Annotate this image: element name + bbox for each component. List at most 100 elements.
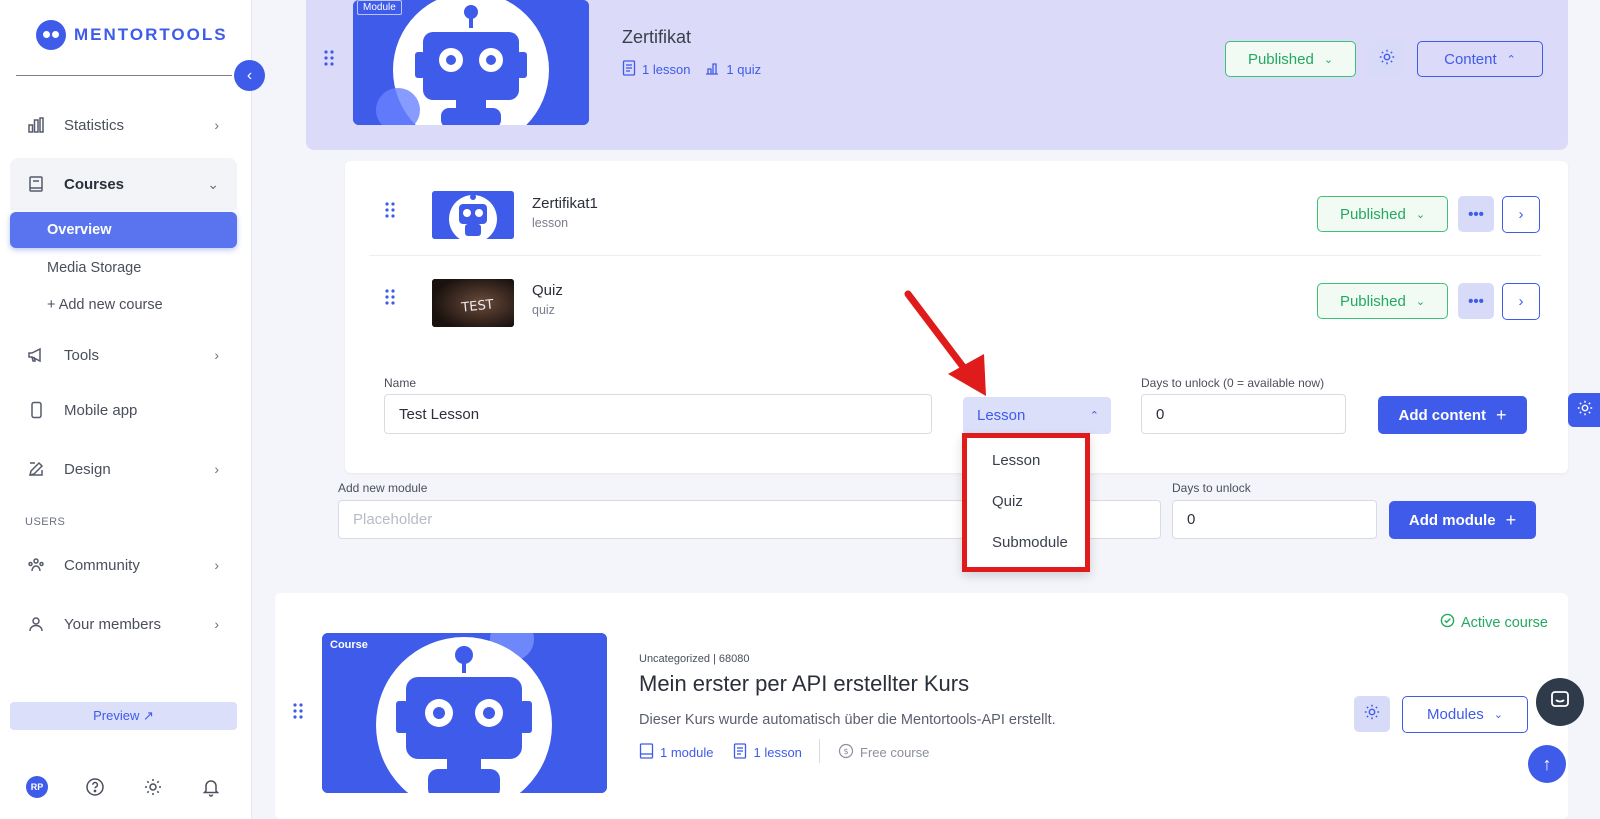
- drag-handle-icon[interactable]: [322, 48, 336, 68]
- module-card: Module Zertifikat 1 lesson 1 quiz Publis…: [306, 0, 1568, 150]
- content-label: Content: [1444, 50, 1497, 68]
- lesson-title[interactable]: Quiz: [532, 282, 563, 299]
- chat-icon: [1548, 688, 1572, 717]
- sidebar-footer: RP: [26, 776, 222, 798]
- more-options-button[interactable]: •••: [1458, 196, 1494, 232]
- active-course-badge: Active course: [1440, 613, 1548, 632]
- gear-icon: [1576, 399, 1594, 422]
- course-price: $ Free course: [838, 743, 929, 762]
- megaphone-icon: [26, 345, 46, 365]
- module-days-label: Days to unlock: [1172, 481, 1251, 495]
- chevron-right-icon: ›: [1518, 293, 1524, 310]
- help-icon[interactable]: [84, 776, 106, 798]
- status-label: Published: [1339, 292, 1406, 310]
- sidebar-item-your-members[interactable]: Your members ›: [10, 602, 237, 646]
- drag-handle-icon[interactable]: [293, 703, 303, 724]
- svg-text:$: $: [843, 747, 848, 756]
- lesson-name-input[interactable]: Test Lesson: [384, 394, 932, 434]
- chevron-right-icon: ›: [214, 461, 219, 477]
- chevron-down-icon: ⌄: [1493, 709, 1503, 721]
- lesson-title[interactable]: Zertifikat1: [532, 195, 598, 212]
- course-thumbnail: Course: [322, 633, 607, 793]
- bar-chart-icon: [26, 115, 46, 135]
- sidebar-item-label: Community: [64, 556, 140, 574]
- modules-label: Modules: [1427, 706, 1484, 723]
- sidebar-divider: [16, 75, 232, 76]
- chevron-right-icon: ›: [214, 557, 219, 573]
- sidebar: MENTORTOOLS Statistics › Courses ⌄ Overv…: [0, 0, 252, 819]
- dropdown-option-submodule[interactable]: Submodule: [967, 522, 1085, 563]
- name-field-label: Name: [384, 376, 417, 390]
- gear-icon: [1363, 703, 1381, 725]
- chevron-up-icon: ⌃: [1506, 53, 1516, 66]
- chevron-left-icon: ‹: [246, 66, 253, 84]
- app-logo[interactable]: MENTORTOOLS: [36, 20, 228, 50]
- lesson-status-dropdown[interactable]: Published ⌄: [1317, 283, 1448, 319]
- status-label: Active course: [1460, 614, 1548, 631]
- avatar[interactable]: RP: [26, 776, 48, 798]
- price-label: Free course: [860, 745, 930, 760]
- logo-text: MENTORTOOLS: [74, 25, 228, 44]
- add-content-button[interactable]: Add content +: [1378, 396, 1527, 434]
- annotation-arrow-icon: [904, 290, 986, 396]
- section-label-users: USERS: [25, 516, 66, 528]
- open-lesson-button[interactable]: ›: [1502, 196, 1540, 233]
- add-module-label: Add new module: [338, 481, 428, 495]
- select-value: Lesson: [977, 407, 1026, 424]
- course-description: Dieser Kurs wurde automatisch über die M…: [639, 712, 1056, 728]
- module-title: Zertifikat: [622, 27, 692, 47]
- sidebar-item-community[interactable]: Community ›: [10, 543, 237, 587]
- sidebar-subitem-media-storage[interactable]: Media Storage: [10, 250, 237, 286]
- sidebar-item-mobile-app[interactable]: Mobile app: [10, 388, 237, 432]
- modules-dropdown-button[interactable]: Modules ⌄: [1402, 696, 1528, 733]
- sidebar-collapse-button[interactable]: ‹: [234, 60, 265, 91]
- drag-handle-icon[interactable]: [385, 202, 395, 223]
- content-type-select[interactable]: Lesson ⌃: [963, 397, 1111, 434]
- quiz-thumbnail: TEST: [432, 279, 514, 327]
- settings-icon[interactable]: [142, 776, 164, 798]
- preview-button[interactable]: Preview ↗: [10, 702, 237, 730]
- course-settings-button[interactable]: [1354, 696, 1390, 732]
- sidebar-item-label: Statistics: [64, 116, 125, 134]
- open-lesson-button[interactable]: ›: [1502, 283, 1540, 320]
- bell-icon[interactable]: [200, 776, 222, 798]
- more-icon: •••: [1468, 205, 1484, 223]
- chevron-right-icon: ›: [214, 616, 219, 632]
- sidebar-item-statistics[interactable]: Statistics ›: [10, 103, 237, 147]
- module-thumbnail: Module: [353, 0, 589, 125]
- chevron-down-icon: ⌄: [1323, 53, 1334, 66]
- course-title[interactable]: Mein erster per API erstellter Kurs: [639, 671, 969, 697]
- content-type-dropdown: Lesson Quiz Submodule: [962, 433, 1090, 572]
- module-days-input[interactable]: 0: [1172, 500, 1377, 539]
- module-content-toggle[interactable]: Content ⌃: [1417, 41, 1543, 77]
- chevron-down-icon: ⌄: [1415, 295, 1426, 308]
- module-settings-button[interactable]: [1369, 41, 1405, 77]
- module-status-dropdown[interactable]: Published ⌄: [1225, 41, 1356, 77]
- sidebar-item-tools[interactable]: Tools ›: [10, 333, 237, 377]
- plus-icon: +: [1505, 509, 1517, 530]
- lesson-status-dropdown[interactable]: Published ⌄: [1317, 196, 1448, 232]
- sidebar-item-design[interactable]: Design ›: [10, 447, 237, 491]
- lesson-type: lesson: [532, 216, 569, 230]
- chevron-down-icon: ⌄: [207, 175, 219, 192]
- sidebar-item-courses[interactable]: Courses ⌄: [10, 158, 237, 210]
- course-stats: 1 module 1 lesson: [639, 743, 802, 762]
- drag-handle-icon[interactable]: [385, 289, 395, 310]
- sidebar-subitem-add-course[interactable]: + Add new course: [10, 287, 237, 323]
- more-options-button[interactable]: •••: [1458, 283, 1494, 319]
- sidebar-subitem-overview[interactable]: Overview: [10, 212, 237, 248]
- scroll-top-button[interactable]: ↑: [1528, 745, 1566, 783]
- add-module-button[interactable]: Add module +: [1389, 501, 1536, 539]
- floating-settings-button[interactable]: [1568, 393, 1600, 427]
- course-tag: Course: [330, 639, 368, 651]
- chevron-right-icon: ›: [214, 117, 219, 133]
- stats-divider: [819, 739, 820, 763]
- lesson-thumbnail: [432, 191, 514, 239]
- dropdown-option-lesson[interactable]: Lesson: [967, 440, 1085, 481]
- user-icon: [26, 614, 46, 634]
- dropdown-option-quiz[interactable]: Quiz: [967, 481, 1085, 522]
- chat-support-button[interactable]: [1536, 678, 1584, 726]
- days-unlock-label: Days to unlock (0 = available now): [1141, 376, 1325, 390]
- days-unlock-input[interactable]: 0: [1141, 394, 1346, 434]
- course-modules-count: 1 module: [660, 745, 714, 760]
